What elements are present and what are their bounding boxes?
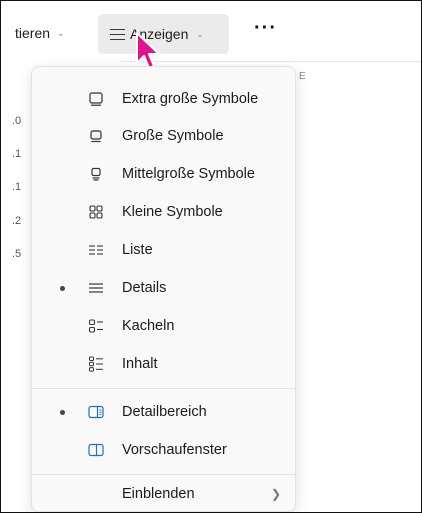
column-header-fragment: E	[299, 71, 306, 82]
menu-separator	[32, 474, 295, 475]
tiles-icon	[88, 318, 104, 334]
menu-item-medium-icons[interactable]: Mittelgroße Symbole	[36, 156, 291, 192]
file-size-fragment: .1	[12, 181, 22, 193]
command-bar: tieren ⌄ Anzeigen ⌄ ···	[1, 1, 421, 69]
large-icons-icon	[88, 128, 104, 144]
view-lines-icon	[110, 28, 125, 40]
list-icon	[88, 242, 104, 258]
menu-item-details-pane[interactable]: Detailbereich	[36, 394, 291, 430]
file-size-fragment: .1	[12, 148, 22, 160]
menu-item-large-icons[interactable]: Große Symbole	[36, 118, 291, 154]
more-label: ···	[254, 17, 277, 39]
menu-item-preview-pane[interactable]: Vorschaufenster	[36, 432, 291, 468]
file-size-fragment: .2	[12, 215, 22, 227]
small-icons-icon	[88, 204, 104, 220]
menu-item-content[interactable]: Inhalt	[36, 346, 291, 382]
explorer-window: tieren ⌄ Anzeigen ⌄ ··· E .0 .1 .1 .2 .5…	[0, 0, 422, 513]
more-options-button[interactable]: ···	[254, 17, 277, 40]
medium-icons-icon	[88, 166, 104, 182]
menu-item-label: Liste	[122, 242, 153, 258]
menu-item-label: Einblenden	[122, 486, 195, 502]
menu-item-extra-large-icons[interactable]: Extra große Symbole	[36, 81, 291, 117]
details-pane-icon	[88, 404, 104, 420]
chevron-down-icon: ⌄	[57, 27, 65, 38]
chevron-down-icon: ⌄	[196, 28, 204, 39]
file-size-fragment: .5	[12, 248, 22, 260]
menu-item-label: Kacheln	[122, 318, 175, 334]
menu-item-list[interactable]: Liste	[36, 232, 291, 268]
menu-item-small-icons[interactable]: Kleine Symbole	[36, 194, 291, 230]
menu-item-label: Kleine Symbole	[122, 204, 223, 220]
menu-item-label: Vorschaufenster	[122, 442, 227, 458]
menu-item-label: Mittelgroße Symbole	[122, 166, 255, 182]
file-size-fragment: .0	[12, 115, 22, 127]
selected-indicator-icon	[60, 285, 65, 291]
menu-separator	[32, 388, 295, 389]
content-icon	[88, 356, 104, 372]
details-icon	[88, 280, 104, 296]
extra-large-icons-icon	[88, 91, 104, 107]
menu-item-tiles[interactable]: Kacheln	[36, 308, 291, 344]
sort-button[interactable]: tieren ⌄	[15, 25, 65, 41]
menu-item-details[interactable]: Details	[36, 270, 291, 306]
menu-item-label: Detailbereich	[122, 404, 207, 420]
menu-item-label: Extra große Symbole	[122, 91, 259, 107]
chevron-right-icon: ❯	[271, 487, 282, 501]
view-dropdown-menu: Extra große Symbole Große Symbole Mittel…	[31, 66, 296, 512]
menu-item-label: Details	[122, 280, 167, 296]
preview-pane-icon	[88, 442, 104, 458]
selected-indicator-icon	[60, 409, 65, 415]
menu-item-label: Inhalt	[122, 356, 158, 372]
menu-item-show[interactable]: Einblenden ❯	[36, 476, 291, 512]
menu-item-label: Große Symbole	[122, 128, 224, 144]
mouse-cursor-icon	[136, 32, 160, 69]
sort-label: tieren	[15, 25, 51, 41]
